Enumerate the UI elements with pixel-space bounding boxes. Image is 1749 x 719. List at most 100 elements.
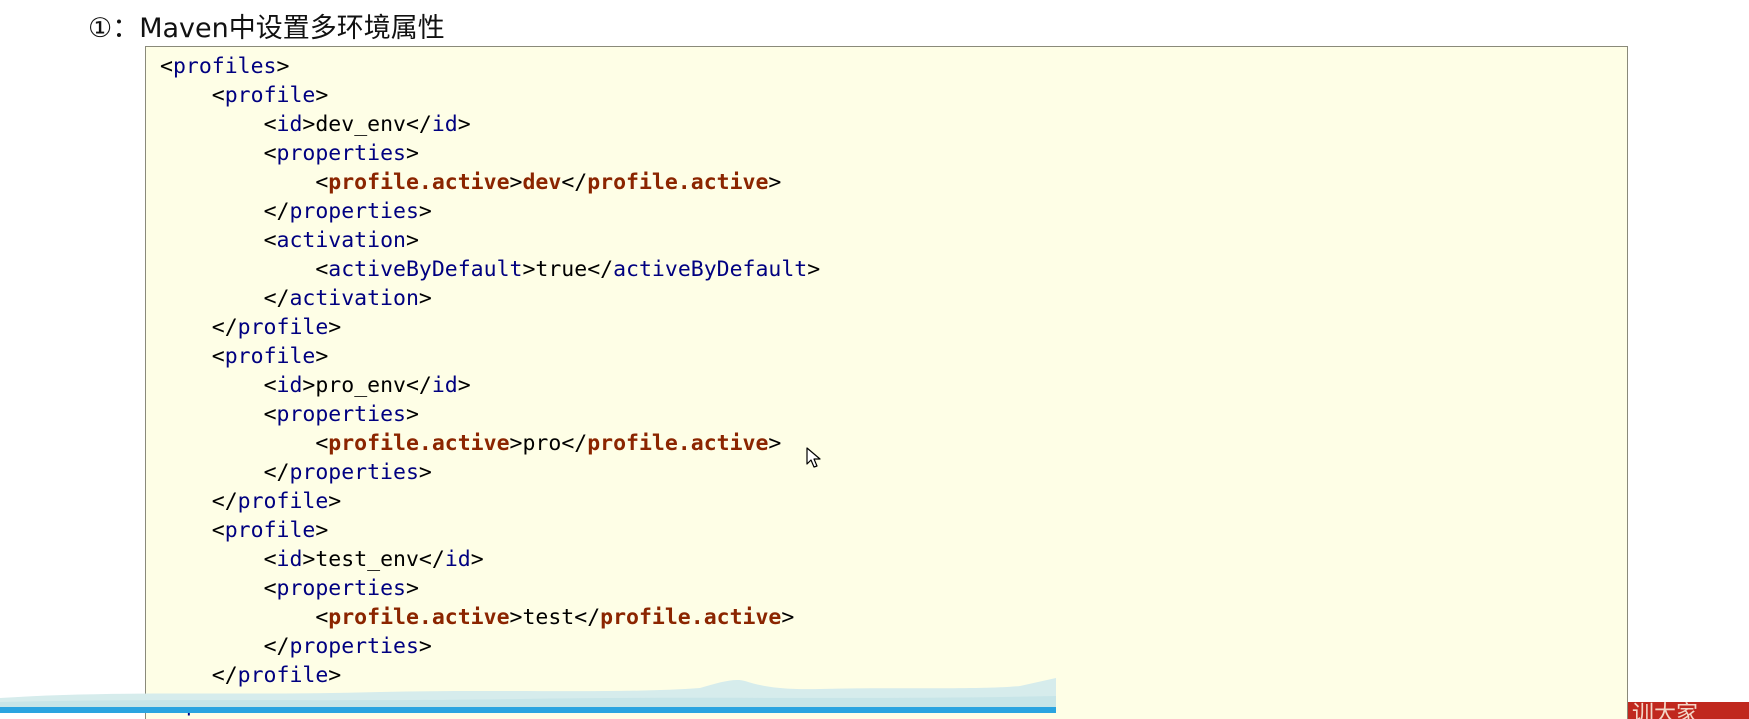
xml-bracket: < (263, 228, 277, 253)
xml-bracket: > (418, 460, 432, 485)
xml-bracket: </ (418, 547, 445, 572)
xml-tag-name: dev (522, 170, 562, 195)
xml-tag-name: properties (289, 199, 419, 224)
xml-bracket: > (781, 605, 795, 630)
xml-tag-name: profile.active (600, 605, 782, 630)
xml-bracket: > (470, 547, 484, 572)
xml-bracket: > (315, 518, 329, 543)
xml-tag-name: id (444, 547, 471, 572)
xml-bracket: > (768, 170, 782, 195)
code-line: <activation> (160, 226, 419, 255)
xml-bracket: < (263, 141, 277, 166)
xml-bracket: </ (263, 634, 290, 659)
xml-tag-name: id (431, 112, 458, 137)
xml-tag-name: properties (276, 402, 406, 427)
xml-bracket: > (509, 170, 523, 195)
xml-text: pro (522, 431, 562, 456)
xml-bracket: </ (561, 170, 588, 195)
xml-bracket: > (315, 83, 329, 108)
xml-bracket: < (263, 402, 277, 427)
xml-bracket: </ (405, 112, 432, 137)
xml-bracket: > (276, 54, 290, 79)
xml-tag-name: profile.active (328, 170, 510, 195)
mouse-pointer-icon (806, 447, 821, 468)
xml-bracket: < (263, 547, 277, 572)
code-line: </properties> (160, 458, 432, 487)
xml-tag-name: activeByDefault (613, 257, 808, 282)
xml-tag-name: properties (289, 634, 419, 659)
xml-text: pro_env (315, 373, 406, 398)
xml-bracket: < (315, 170, 329, 195)
code-line: <id>test_env</id> (160, 545, 484, 574)
decorative-wave (0, 678, 1056, 708)
xml-tag-name: profile.active (587, 431, 769, 456)
xml-bracket: </ (211, 489, 238, 514)
xml-tag-name: profile (224, 344, 316, 369)
xml-tag-name: profile (237, 489, 329, 514)
xml-bracket: < (315, 431, 329, 456)
code-line: <properties> (160, 400, 419, 429)
xml-bracket: > (405, 228, 419, 253)
xml-bracket: > (328, 315, 342, 340)
code-line: </profile> (160, 313, 341, 342)
xml-bracket: > (405, 141, 419, 166)
xml-bracket: < (263, 373, 277, 398)
xml-tag-name: properties (276, 141, 406, 166)
xml-bracket: > (302, 547, 316, 572)
xml-bracket: > (302, 373, 316, 398)
slide-heading: ①：Maven中设置多环境属性 (88, 13, 445, 44)
code-line: <profile.active>dev</profile.active> (160, 168, 781, 197)
xml-bracket: < (315, 257, 329, 282)
xml-bracket: < (211, 83, 225, 108)
xml-bracket: > (807, 257, 821, 282)
badge-text: 训大家 (1632, 702, 1699, 719)
code-line: <properties> (160, 139, 419, 168)
xml-tag-name: profile.active (328, 431, 510, 456)
xml-tag-name: properties (289, 460, 419, 485)
xml-bracket: > (509, 431, 523, 456)
xml-tag-name: profile (224, 83, 316, 108)
xml-text: test_env (315, 547, 419, 572)
xml-bracket: > (522, 257, 536, 282)
xml-bracket: < (211, 518, 225, 543)
xml-bracket: > (315, 344, 329, 369)
xml-bracket: > (457, 112, 471, 137)
xml-bracket: </ (263, 199, 290, 224)
xml-text: test (522, 605, 575, 630)
watermark-badge: 训大家 (1628, 702, 1749, 719)
code-line: <profiles> (160, 52, 289, 81)
xml-bracket: </ (587, 257, 614, 282)
xml-tag-name: profile (237, 315, 329, 340)
xml-bracket: </ (405, 373, 432, 398)
code-line: </properties> (160, 632, 432, 661)
code-line: <profile.active>test</profile.active> (160, 603, 794, 632)
xml-tag-name: properties (276, 576, 406, 601)
xml-bracket: > (405, 402, 419, 427)
xml-tag-name: profile.active (328, 605, 510, 630)
progress-bar (0, 707, 1056, 713)
code-line: <profile> (160, 81, 329, 110)
code-line: </properties> (160, 197, 432, 226)
xml-bracket: </ (211, 315, 238, 340)
xml-tag-name: activation (276, 228, 406, 253)
xml-bracket: > (302, 112, 316, 137)
xml-bracket: < (315, 605, 329, 630)
slide: ①：Maven中设置多环境属性 <profiles> <profile> <id… (0, 0, 1749, 719)
code-line: </profile> (160, 487, 341, 516)
xml-bracket: > (768, 431, 782, 456)
